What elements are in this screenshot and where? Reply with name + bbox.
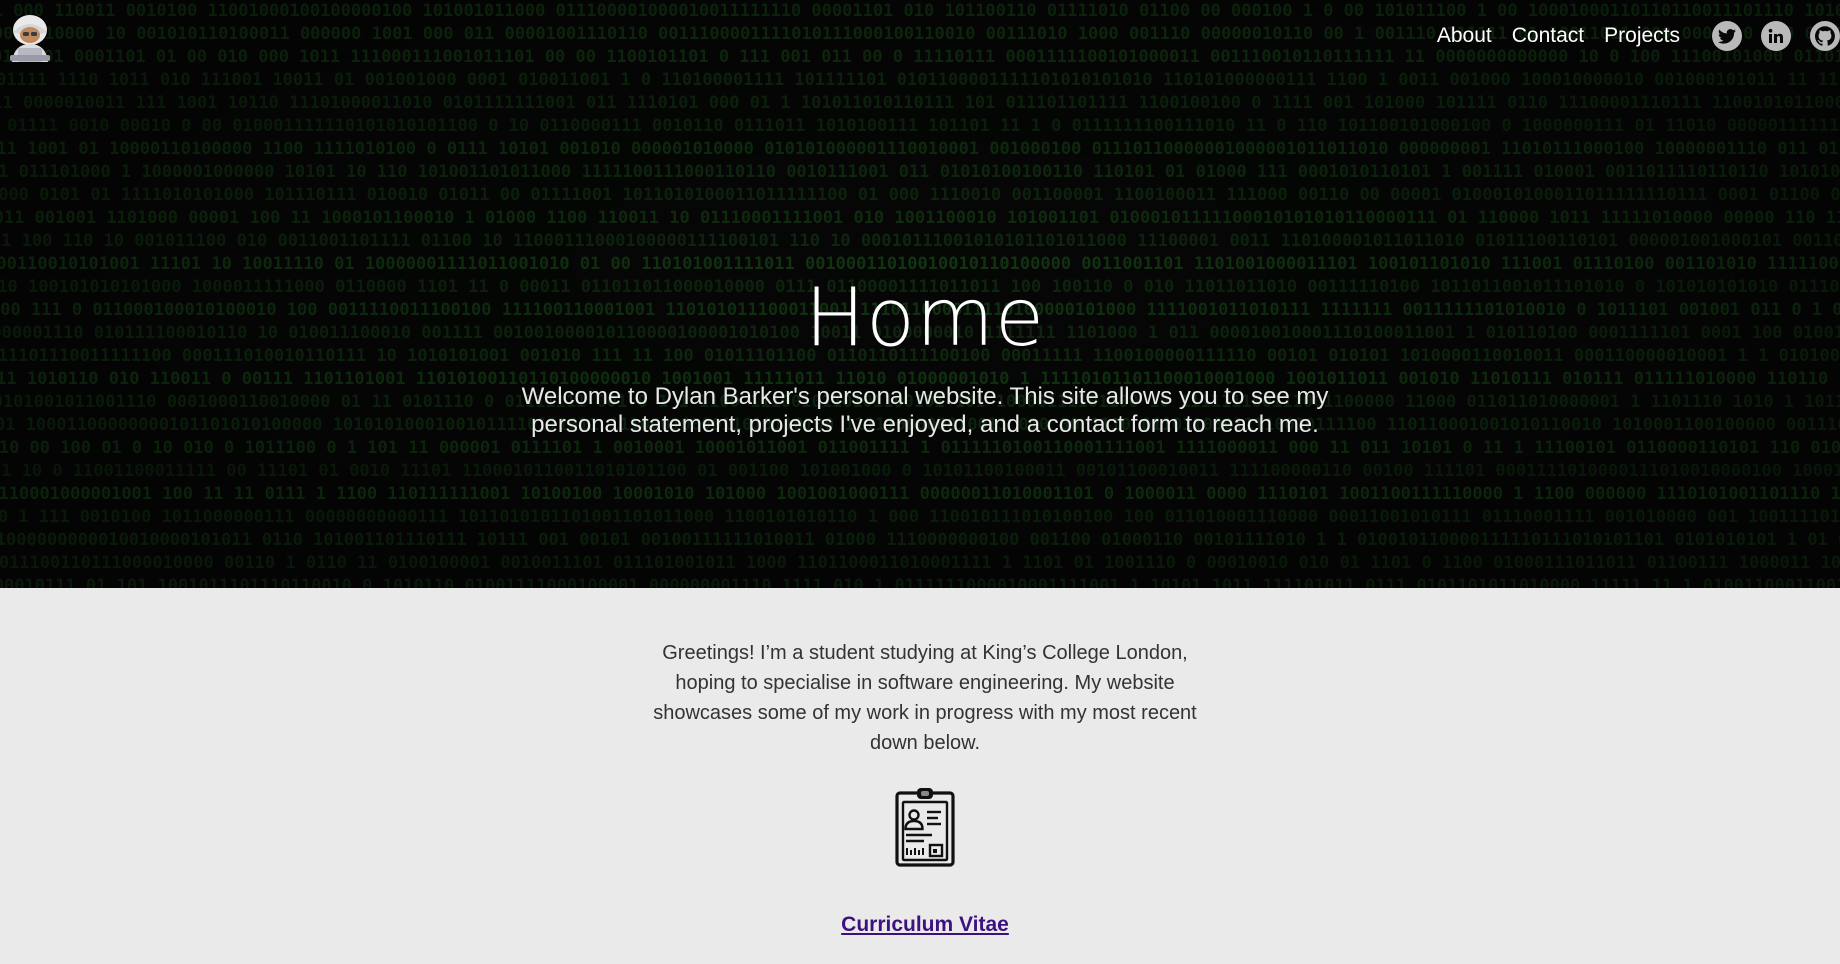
intro-section: Greetings! I’m a student studying at Kin… — [0, 588, 1840, 964]
hero-subtitle: Welcome to Dylan Barker's personal websi… — [521, 383, 1329, 438]
page-title: Home — [804, 271, 1046, 364]
social-links — [1712, 21, 1840, 51]
hero-section: 01 000 110011 0010100 110010001001000001… — [0, 0, 1840, 588]
nav-link-contact[interactable]: Contact — [1512, 24, 1584, 48]
cv-link[interactable]: Curriculum Vitae — [0, 913, 1840, 937]
linkedin-icon[interactable] — [1761, 21, 1791, 51]
id-badge-icon[interactable] — [894, 787, 956, 867]
nav-link-projects[interactable]: Projects — [1604, 24, 1680, 48]
hacker-avatar-icon[interactable] — [6, 8, 54, 62]
github-icon[interactable] — [1810, 21, 1840, 51]
intro-text: Greetings! I’m a student studying at Kin… — [653, 642, 1197, 754]
nav-link-about[interactable]: About — [1437, 24, 1492, 48]
page: 01 000 110011 0010100 110010001001000001… — [0, 0, 1840, 964]
top-nav: About Contact Projects — [1437, 21, 1840, 51]
twitter-icon[interactable] — [1712, 21, 1742, 51]
